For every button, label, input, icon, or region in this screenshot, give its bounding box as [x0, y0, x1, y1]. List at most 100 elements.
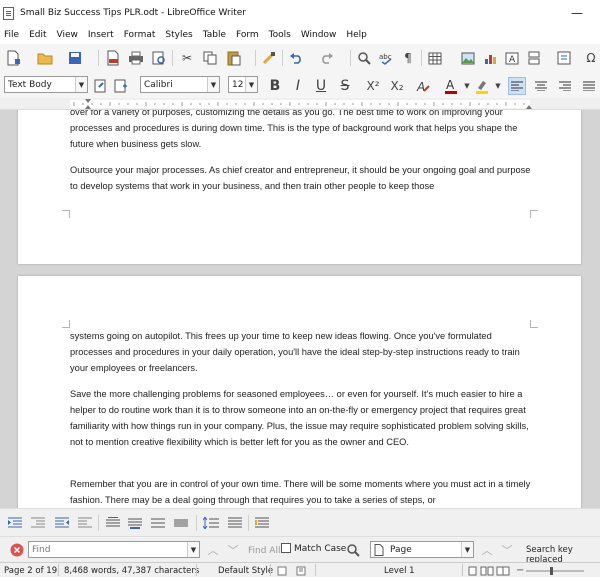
- page-icon: [374, 543, 384, 556]
- find-next-icon[interactable]: ﹀: [224, 541, 242, 559]
- menu-table[interactable]: Table: [203, 30, 226, 40]
- align-center-button[interactable]: [532, 77, 550, 95]
- insert-table-icon[interactable]: [426, 49, 444, 67]
- subscript-button[interactable]: X₂: [386, 77, 408, 95]
- document-area[interactable]: over for a variety of purposes, customiz…: [0, 110, 600, 508]
- menu-file[interactable]: File: [4, 30, 19, 40]
- undo-icon[interactable]: [287, 49, 305, 67]
- menu-view[interactable]: View: [57, 30, 78, 40]
- match-case-label: Match Case: [294, 544, 347, 554]
- scope-previous-icon[interactable]: ︿: [478, 541, 496, 559]
- italic-button[interactable]: I: [289, 77, 307, 95]
- line-spacing-icon[interactable]: [202, 514, 220, 532]
- find-all-button[interactable]: Find All: [248, 546, 280, 556]
- menu-window[interactable]: Window: [301, 30, 337, 40]
- insert-page-break-icon[interactable]: [525, 49, 543, 67]
- status-separator: [270, 564, 271, 576]
- font-size-box[interactable]: 12 ▼: [228, 76, 258, 93]
- menu-help[interactable]: Help: [346, 30, 367, 40]
- line-spacing-menu-icon[interactable]: [226, 514, 244, 532]
- horizontal-ruler[interactable]: [0, 98, 600, 110]
- menu-format[interactable]: Format: [124, 30, 156, 40]
- increase-spacing-icon[interactable]: [149, 514, 167, 532]
- find-replace-icon[interactable]: [355, 49, 373, 67]
- cut-icon[interactable]: ✂: [178, 49, 196, 67]
- redo-icon[interactable]: [318, 49, 336, 67]
- print-icon[interactable]: [127, 49, 145, 67]
- chevron-down-icon[interactable]: ▼: [187, 542, 199, 557]
- paragraph: Outsource your major processes. As chief…: [70, 165, 531, 191]
- toolbar-separator: [350, 50, 351, 66]
- menu-tools[interactable]: Tools: [269, 30, 291, 40]
- increase-indent-icon[interactable]: [6, 514, 24, 532]
- search-scope-select[interactable]: Page ▼: [370, 541, 474, 558]
- document-page-2[interactable]: systems going on autopilot. This frees u…: [18, 276, 581, 508]
- language-indicator[interactable]: [277, 564, 287, 577]
- match-case-checkbox[interactable]: [281, 543, 291, 553]
- new-style-icon[interactable]: [112, 77, 130, 95]
- underline-button[interactable]: U: [312, 77, 330, 95]
- new-document-icon[interactable]: [4, 49, 22, 67]
- paragraph: Remember that you are in control of your…: [70, 479, 531, 505]
- paragraph-style-box[interactable]: Text Body ▼: [4, 76, 88, 93]
- status-bar: Page 2 of 19 8,468 words, 47,387 charact…: [0, 562, 600, 577]
- chevron-down-icon[interactable]: ▼: [489, 77, 507, 95]
- print-preview-icon[interactable]: [150, 49, 168, 67]
- single-page-view-icon[interactable]: [468, 564, 477, 577]
- spacing-above-icon[interactable]: [104, 514, 122, 532]
- minimize-button[interactable]: —: [554, 0, 600, 26]
- superscript-button[interactable]: X²: [362, 77, 384, 95]
- chevron-down-icon[interactable]: ▼: [207, 77, 219, 92]
- word-count[interactable]: 8,468 words, 47,387 characters: [64, 564, 199, 577]
- find-replace-icon[interactable]: [344, 541, 362, 559]
- align-left-button[interactable]: [508, 77, 526, 95]
- zoom-slider[interactable]: [526, 564, 584, 577]
- insert-text-box-icon[interactable]: A: [503, 49, 521, 67]
- update-style-icon[interactable]: [92, 77, 110, 95]
- decrease-indent-icon[interactable]: [29, 514, 47, 532]
- copy-icon[interactable]: [201, 49, 219, 67]
- find-previous-icon[interactable]: ︿: [204, 541, 222, 559]
- page-style[interactable]: Default Style: [218, 564, 273, 577]
- insert-image-icon[interactable]: [459, 49, 477, 67]
- justify-button[interactable]: [580, 77, 598, 95]
- multi-page-view-icon[interactable]: [480, 564, 494, 577]
- save-icon[interactable]: [66, 49, 84, 67]
- menu-form[interactable]: Form: [236, 30, 259, 40]
- chevron-down-icon[interactable]: ▼: [461, 542, 473, 557]
- align-right-button[interactable]: [556, 77, 574, 95]
- document-modified-icon[interactable]: [296, 564, 306, 577]
- strikethrough-button[interactable]: S: [336, 77, 354, 95]
- export-pdf-icon[interactable]: [104, 49, 122, 67]
- indent-right-icon[interactable]: [53, 514, 71, 532]
- insert-special-character-icon[interactable]: Ω: [582, 49, 600, 67]
- document-page-1[interactable]: over for a variety of purposes, customiz…: [18, 110, 581, 264]
- zoom-out-icon[interactable]: −: [516, 564, 524, 577]
- insert-field-icon[interactable]: [555, 49, 573, 67]
- formatting-marks-icon[interactable]: ¶: [399, 49, 417, 67]
- scope-next-icon[interactable]: ﹀: [498, 541, 516, 559]
- chevron-down-icon[interactable]: ▼: [245, 77, 257, 92]
- menu-edit[interactable]: Edit: [29, 30, 46, 40]
- outdent-icon[interactable]: [76, 514, 94, 532]
- font-name-box[interactable]: Calibri ▼: [140, 76, 220, 93]
- decrease-spacing-icon[interactable]: [172, 514, 190, 532]
- formatting-toolbar: Text Body ▼ Calibri ▼ 12 ▼ B I U S X² X₂…: [0, 72, 600, 98]
- clear-formatting-icon[interactable]: A: [414, 77, 432, 95]
- menu-insert[interactable]: Insert: [88, 30, 114, 40]
- book-view-icon[interactable]: [496, 564, 510, 577]
- clone-formatting-icon[interactable]: [260, 49, 278, 67]
- open-folder-icon[interactable]: [36, 49, 54, 67]
- paste-icon[interactable]: [225, 49, 243, 67]
- close-findbar-icon[interactable]: [8, 541, 26, 559]
- paragraph-dialog-icon[interactable]: [253, 514, 271, 532]
- menu-styles[interactable]: Styles: [165, 30, 192, 40]
- chevron-down-icon[interactable]: ▼: [75, 77, 87, 92]
- spelling-icon[interactable]: abc: [377, 49, 395, 67]
- bold-button[interactable]: B: [266, 77, 284, 95]
- find-input[interactable]: Find ▼: [28, 541, 200, 558]
- spacing-below-icon[interactable]: [126, 514, 144, 532]
- insert-chart-icon[interactable]: [481, 49, 499, 67]
- paragraph-style-value: Text Body: [8, 79, 52, 90]
- page-indicator[interactable]: Page 2 of 19: [4, 564, 57, 577]
